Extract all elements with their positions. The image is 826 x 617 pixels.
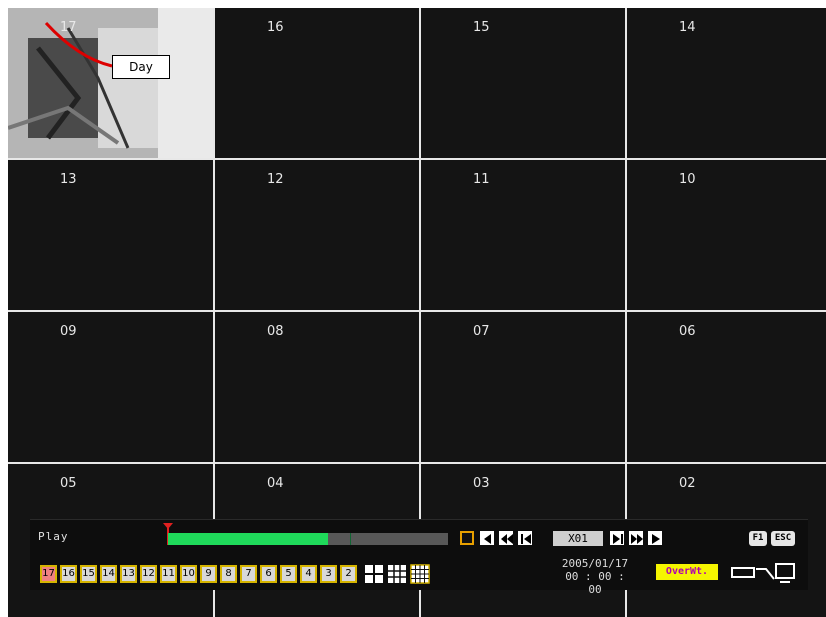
playback-datetime: 2005/01/17 00 : 00 : 00 xyxy=(560,557,630,596)
camera-cell-17[interactable]: 17 Day xyxy=(8,8,213,158)
channel-button-9[interactable]: 9 xyxy=(200,565,217,583)
cell-label-16: 16 xyxy=(267,20,284,35)
f1-key-button[interactable]: F1 xyxy=(749,531,767,546)
camera-image xyxy=(8,8,213,158)
camera-preview: 17 Day xyxy=(8,8,213,158)
channel-button-14[interactable]: 14 xyxy=(100,565,117,583)
camera-cell-10[interactable]: 10 xyxy=(627,160,826,310)
camera-cell-06[interactable]: 06 xyxy=(627,312,826,462)
play-button[interactable] xyxy=(648,531,662,545)
channel-button-5[interactable]: 5 xyxy=(280,565,297,583)
camera-cell-15[interactable]: 15 xyxy=(421,8,625,158)
cell-label-13: 13 xyxy=(60,172,77,187)
channel-button-6[interactable]: 6 xyxy=(260,565,277,583)
fast-rewind-button[interactable] xyxy=(499,531,513,545)
cell-label-10: 10 xyxy=(679,172,696,187)
camera-cell-13[interactable]: 13 xyxy=(8,160,213,310)
progress-fill xyxy=(168,533,328,545)
playback-date: 2005/01/17 xyxy=(561,557,629,570)
playback-progress-bar[interactable] xyxy=(168,533,448,545)
overwrite-indicator[interactable]: OverWt. xyxy=(656,564,718,580)
channel-button-16[interactable]: 16 xyxy=(60,565,77,583)
layout-9-icon[interactable] xyxy=(387,564,407,584)
network-connection-icon xyxy=(731,563,795,583)
playback-speed: X01 xyxy=(553,531,603,546)
cell-label-08: 08 xyxy=(267,324,284,339)
cell-label-12: 12 xyxy=(267,172,284,187)
channel-button-8[interactable]: 8 xyxy=(220,565,237,583)
camera-cell-12[interactable]: 12 xyxy=(215,160,419,310)
mode-label: Play xyxy=(38,530,69,543)
channel-button-2[interactable]: 2 xyxy=(340,565,357,583)
cell-label-11: 11 xyxy=(473,172,490,187)
cell-label-03: 03 xyxy=(473,476,490,491)
playback-control-bar: Play X01 F1 ESC 17 16 15 14 13 12 11 10 … xyxy=(30,519,808,596)
grid-divider xyxy=(8,462,826,464)
layout-16-icon[interactable] xyxy=(410,564,430,584)
cell-label-14: 14 xyxy=(679,20,696,35)
fast-forward-button[interactable] xyxy=(629,531,643,545)
layout-4-icon[interactable] xyxy=(364,564,384,584)
cell-label-09: 09 xyxy=(60,324,77,339)
channel-button-15[interactable]: 15 xyxy=(80,565,97,583)
cell-label-15: 15 xyxy=(473,20,490,35)
cell-label-05: 05 xyxy=(60,476,77,491)
cell-label-17: 17 xyxy=(60,20,77,35)
camera-cell-09[interactable]: 09 xyxy=(8,312,213,462)
progress-tick xyxy=(350,533,351,545)
camera-cell-11[interactable]: 11 xyxy=(421,160,625,310)
grid-divider xyxy=(8,310,826,312)
grid-divider xyxy=(8,158,826,160)
playback-time: 00 : 00 : 00 xyxy=(565,570,625,596)
reverse-play-button[interactable] xyxy=(480,531,494,545)
channel-button-10[interactable]: 10 xyxy=(180,565,197,583)
channel-button-13[interactable]: 13 xyxy=(120,565,137,583)
channel-button-11[interactable]: 11 xyxy=(160,565,177,583)
step-back-button[interactable] xyxy=(518,531,532,545)
channel-button-12[interactable]: 12 xyxy=(140,565,157,583)
camera-tooltip: Day xyxy=(112,55,170,79)
stop-button[interactable] xyxy=(460,531,474,545)
channel-button-3[interactable]: 3 xyxy=(320,565,337,583)
step-forward-button[interactable] xyxy=(610,531,624,545)
camera-cell-16[interactable]: 16 xyxy=(215,8,419,158)
cell-label-02: 02 xyxy=(679,476,696,491)
esc-key-button[interactable]: ESC xyxy=(771,531,795,546)
camera-cell-07[interactable]: 07 xyxy=(421,312,625,462)
camera-cell-14[interactable]: 14 xyxy=(627,8,826,158)
cell-label-07: 07 xyxy=(473,324,490,339)
channel-button-7[interactable]: 7 xyxy=(240,565,257,583)
channel-button-17[interactable]: 17 xyxy=(40,565,57,583)
cell-label-04: 04 xyxy=(267,476,284,491)
camera-cell-08[interactable]: 08 xyxy=(215,312,419,462)
cell-label-06: 06 xyxy=(679,324,696,339)
channel-button-4[interactable]: 4 xyxy=(300,565,317,583)
